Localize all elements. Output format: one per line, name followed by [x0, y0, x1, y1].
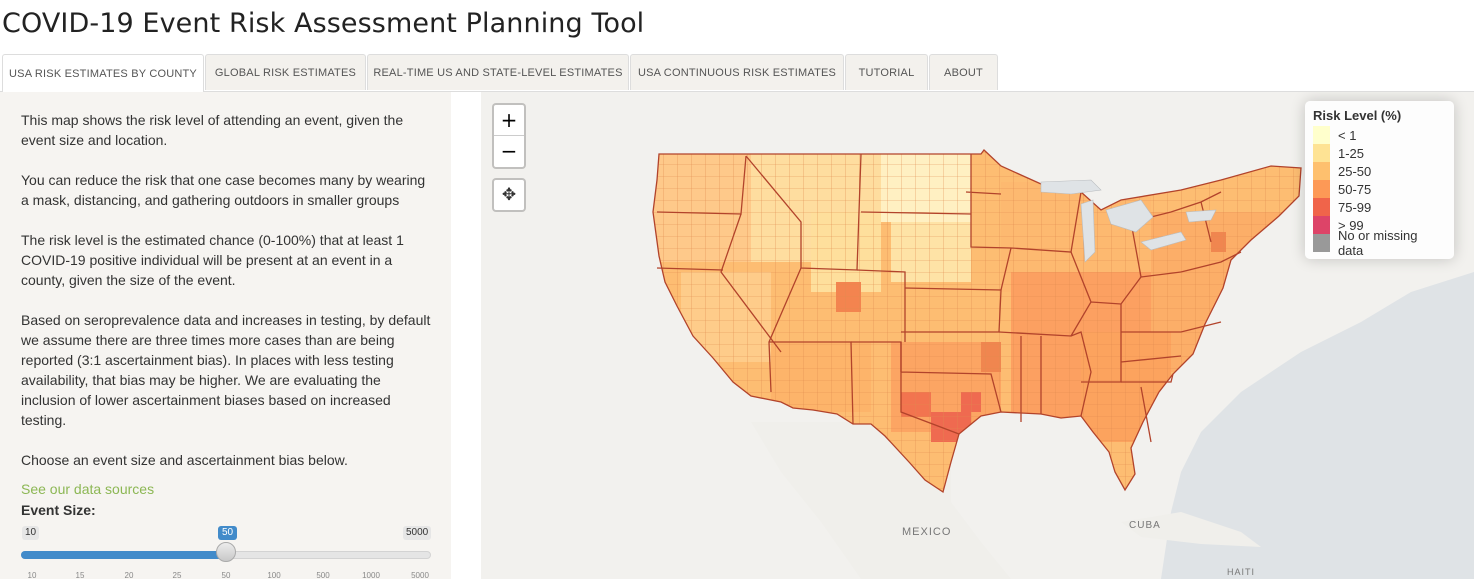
legend-label: No or missing data [1337, 228, 1418, 258]
crosshair-icon[interactable]: ✥ [492, 178, 526, 212]
event-size-label: Event Size: [21, 502, 96, 518]
risk-map[interactable]: + − ✥ MEXICO CUBA HAITI Risk Level (%) <… [481, 92, 1474, 579]
tick-label: 500 [316, 571, 330, 579]
tab-bar: USA RISK ESTIMATES BY COUNTY GLOBAL RISK… [0, 54, 1474, 92]
legend-swatch [1313, 126, 1330, 144]
tick-label: 25 [172, 571, 182, 579]
tick-label: 50 [221, 571, 231, 579]
map-label-mexico: MEXICO [902, 526, 952, 538]
slider-tick-labels: 10 15 20 25 50 100 500 1000 5000 [21, 571, 431, 579]
tick-label: 15 [75, 571, 85, 579]
event-size-slider-handle[interactable] [216, 542, 236, 562]
tab-global-risk[interactable]: GLOBAL RISK ESTIMATES [205, 54, 366, 90]
zoom-in-button[interactable]: + [494, 105, 524, 136]
page-title: COVID-19 Event Risk Assessment Planning … [2, 8, 645, 39]
choose-paragraph: Choose an event size and ascertainment b… [21, 452, 348, 468]
zoom-out-button[interactable]: − [494, 136, 524, 166]
data-sources-link[interactable]: See our data sources [21, 481, 154, 497]
tick-label: 5000 [411, 571, 429, 579]
legend-label: 75-99 [1338, 199, 1372, 215]
legend-item: 50-75 [1313, 180, 1446, 198]
legend-swatch [1313, 180, 1330, 198]
ascertainment-paragraph: Based on seroprevalence data and increas… [21, 312, 431, 428]
tick-label: 100 [267, 571, 281, 579]
tick-label: 10 [27, 571, 37, 579]
legend-item: < 1 [1313, 126, 1446, 144]
legend-label: < 1 [1338, 127, 1357, 143]
map-label-haiti: HAITI [1227, 567, 1256, 577]
legend-swatch [1313, 144, 1330, 162]
legend-item: 1-25 [1313, 144, 1446, 162]
legend-label: 50-75 [1338, 181, 1372, 197]
legend-swatch [1313, 162, 1330, 180]
risk-definition-paragraph: The risk level is the estimated chance (… [21, 232, 404, 288]
slider-max-label: 5000 [403, 526, 432, 540]
legend-title: Risk Level (%) [1313, 108, 1402, 123]
event-size-slider-fill [21, 551, 226, 559]
legend-swatch [1313, 216, 1330, 234]
tab-about[interactable]: ABOUT [929, 54, 998, 90]
map-legend: Risk Level (%) < 1 1-25 25-50 50-75 75-9… [1305, 101, 1454, 259]
slider-min-label: 10 [22, 526, 40, 540]
tab-realtime-us-state[interactable]: REAL-TIME US AND STATE-LEVEL ESTIMATES [367, 54, 629, 90]
legend-swatch [1313, 198, 1330, 216]
tab-usa-risk-by-county[interactable]: USA RISK ESTIMATES BY COUNTY [2, 54, 204, 92]
slider-value-label: 50 [218, 526, 238, 540]
tick-label: 1000 [362, 571, 380, 579]
legend-label: 25-50 [1338, 163, 1372, 179]
tab-tutorial[interactable]: TUTORIAL [845, 54, 928, 90]
intro-paragraph: This map shows the risk level of attendi… [21, 112, 404, 148]
tick-label: 20 [124, 571, 134, 579]
tab-usa-continuous[interactable]: USA CONTINUOUS RISK ESTIMATES [630, 54, 844, 90]
sidebar-panel: This map shows the risk level of attendi… [0, 92, 451, 579]
legend-item: 75-99 [1313, 198, 1446, 216]
reduce-risk-paragraph: You can reduce the risk that one case be… [21, 172, 426, 208]
zoom-control: + − [492, 103, 526, 169]
legend-item: 25-50 [1313, 162, 1446, 180]
map-label-cuba: CUBA [1129, 520, 1161, 531]
legend-item: No or missing data [1313, 228, 1446, 258]
legend-swatch [1313, 234, 1330, 252]
legend-label: 1-25 [1338, 145, 1365, 161]
